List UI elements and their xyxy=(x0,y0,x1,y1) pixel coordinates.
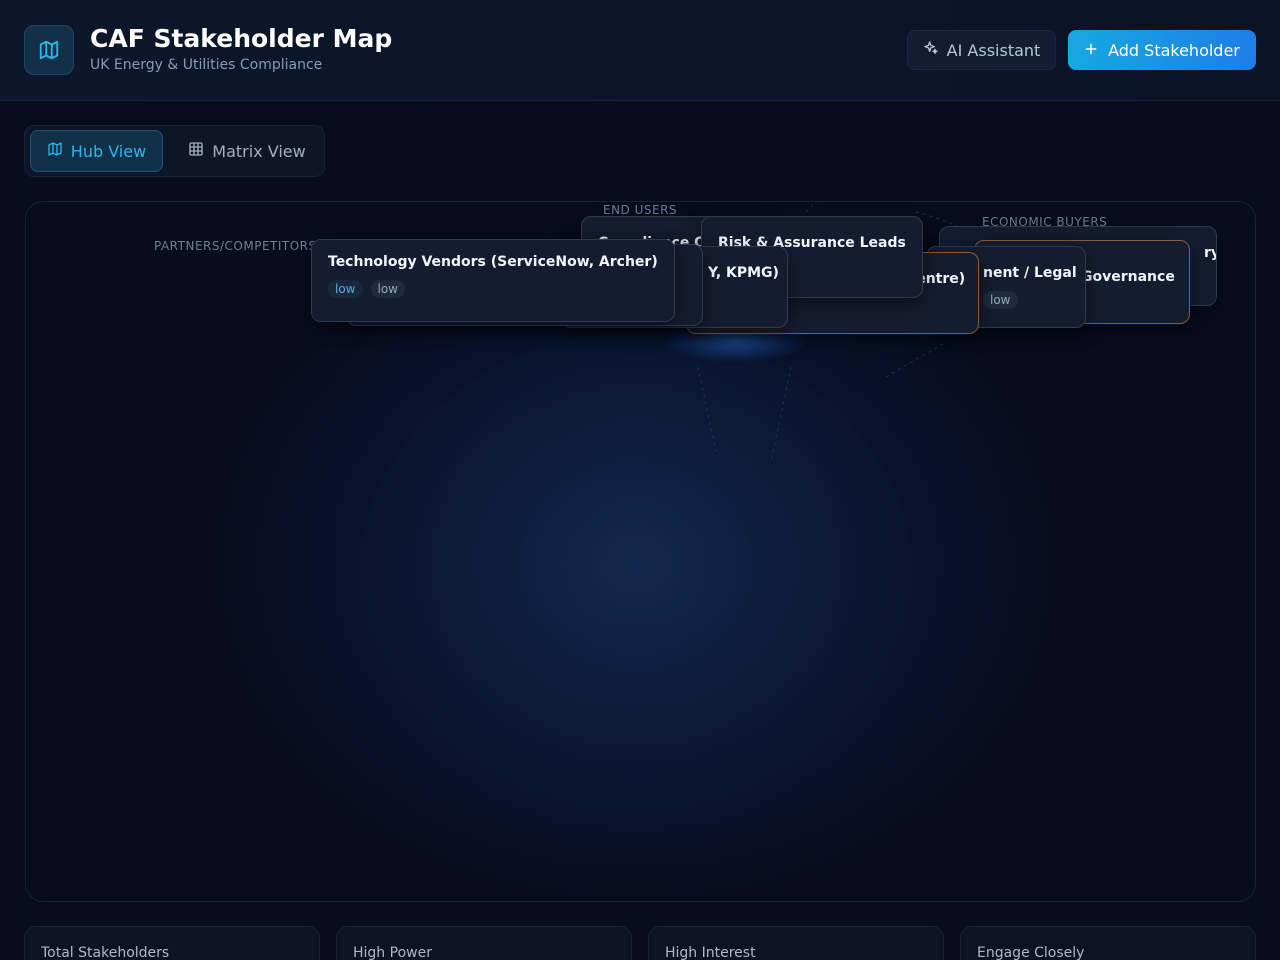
view-toggle: Hub View Matrix View xyxy=(24,125,325,177)
tag-interest: low xyxy=(370,280,405,298)
stat-label: Engage Closely xyxy=(977,945,1085,960)
segment-label-end-users: END USERS xyxy=(603,203,678,217)
tab-hub-label: Hub View xyxy=(70,141,147,161)
tab-hub-view[interactable]: Hub View xyxy=(30,130,163,172)
stat-label: High Power xyxy=(353,945,432,960)
stakeholder-name: Technology Vendors (ServiceNow, Archer) xyxy=(328,254,658,270)
tag-power: low xyxy=(328,280,363,298)
page-title: CAF Stakeholder Map xyxy=(90,24,393,53)
add-stakeholder-button[interactable]: Add Stakeholder xyxy=(1068,30,1256,70)
stat-high-interest: High Interest xyxy=(648,926,944,960)
stat-high-power: High Power xyxy=(336,926,632,960)
stat-engage-closely: Engage Closely xyxy=(960,926,1256,960)
sparkles-icon xyxy=(923,40,939,60)
tab-matrix-view[interactable]: Matrix View xyxy=(175,130,319,172)
grid-icon xyxy=(188,141,204,161)
stakeholder-card-tech-vendors[interactable]: Technology Vendors (ServiceNow, Archer) … xyxy=(311,239,675,322)
segment-label-partners: PARTNERS/COMPETITORS xyxy=(154,239,317,253)
ai-assistant-button[interactable]: AI Assistant xyxy=(907,30,1056,70)
tab-matrix-label: Matrix View xyxy=(212,141,306,161)
page-subtitle: UK Energy & Utilities Compliance xyxy=(90,57,323,73)
stat-total-stakeholders: Total Stakeholders xyxy=(24,926,320,960)
ai-assistant-label: AI Assistant xyxy=(946,40,1041,60)
add-stakeholder-label: Add Stakeholder xyxy=(1108,40,1240,60)
app-header: CAF Stakeholder Map UK Energy & Utilitie… xyxy=(0,0,1280,101)
stat-label: High Interest xyxy=(665,945,756,960)
map-icon xyxy=(24,25,74,75)
hub-canvas[interactable]: END USERS ECONOMIC BUYERS PARTNERS/COMPE… xyxy=(25,201,1256,902)
map-icon xyxy=(47,141,63,161)
stat-label: Total Stakeholders xyxy=(41,945,170,960)
stakeholder-tags: low low xyxy=(328,280,658,298)
tag-level: low xyxy=(983,291,1018,309)
plus-icon xyxy=(1084,41,1098,60)
